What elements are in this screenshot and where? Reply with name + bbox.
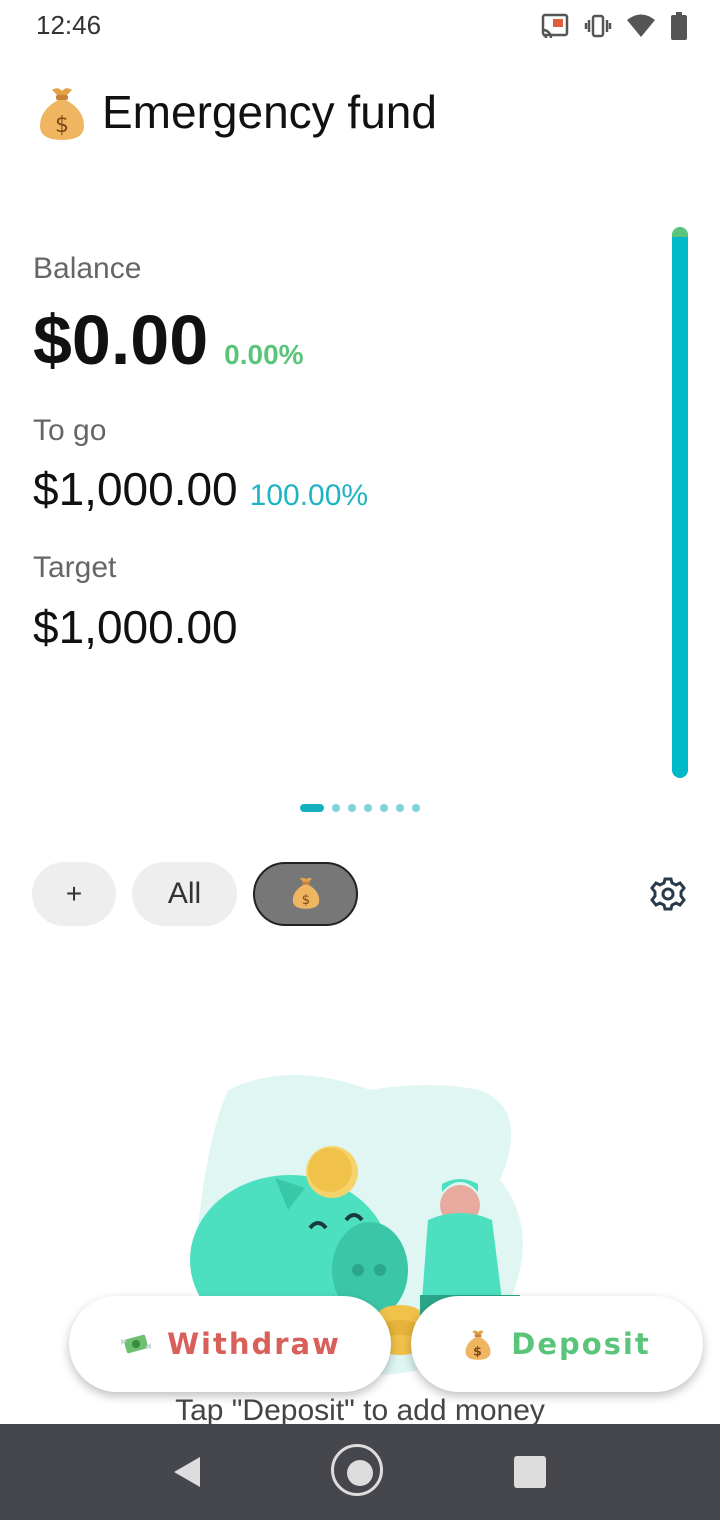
page-indicator[interactable]	[300, 804, 420, 812]
target-label: Target	[33, 551, 117, 584]
vibrate-icon	[584, 13, 612, 43]
svg-text:$: $	[55, 113, 69, 138]
withdraw-label: Withdraw	[167, 1327, 341, 1361]
target-value: $1,000.00	[33, 601, 238, 653]
battery-icon	[670, 12, 688, 44]
wifi-icon	[626, 13, 656, 43]
svg-text:$: $	[301, 893, 309, 908]
svg-text:$: $	[473, 1343, 483, 1358]
savings-progress-bar	[672, 227, 688, 778]
money-bag-icon: $	[463, 1327, 497, 1361]
home-icon[interactable]	[331, 1444, 383, 1496]
system-nav-bar	[0, 1424, 720, 1520]
home-icon-inner	[347, 1460, 373, 1486]
balance-row: $0.00 0.00%	[33, 300, 304, 380]
page-header: $ Emergency fund	[36, 82, 437, 142]
togo-label: To go	[33, 414, 107, 447]
settings-gear-icon[interactable]	[650, 876, 686, 912]
balance-value: $0.00	[33, 301, 209, 379]
balance-percent: 0.00%	[224, 339, 304, 370]
page-dot[interactable]	[364, 804, 372, 812]
add-fund-chip[interactable]: +	[32, 862, 116, 926]
deposit-button[interactable]: $ Deposit	[411, 1296, 703, 1392]
all-funds-chip[interactable]: All	[132, 862, 237, 926]
money-with-wings-icon	[119, 1327, 153, 1361]
page-title: Emergency fund	[102, 86, 437, 138]
page-dot[interactable]	[300, 804, 324, 812]
page-dot[interactable]	[332, 804, 340, 812]
status-icons	[540, 12, 688, 44]
deposit-label: Deposit	[511, 1327, 651, 1361]
page-dot[interactable]	[396, 804, 404, 812]
page-dot[interactable]	[380, 804, 388, 812]
empty-state-hint: Tap "Deposit" to add money	[175, 1394, 545, 1427]
back-icon[interactable]	[172, 1455, 202, 1493]
progress-fill	[672, 227, 688, 237]
emergency-fund-chip[interactable]: $	[253, 862, 358, 926]
status-bar: 12:46	[0, 0, 720, 56]
togo-percent: 100.00%	[249, 479, 369, 512]
page-dot[interactable]	[348, 804, 356, 812]
balance-label: Balance	[33, 252, 142, 285]
withdraw-button[interactable]: Withdraw	[69, 1296, 391, 1392]
togo-value: $1,000.00	[33, 463, 238, 515]
cast-icon	[540, 13, 570, 43]
money-bag-icon: $	[36, 82, 88, 142]
togo-row: $1,000.00 100.00%	[33, 462, 368, 516]
page-dot[interactable]	[412, 804, 420, 812]
recents-icon[interactable]	[514, 1456, 546, 1488]
money-bag-icon: $	[290, 874, 322, 915]
status-time: 12:46	[36, 10, 102, 40]
